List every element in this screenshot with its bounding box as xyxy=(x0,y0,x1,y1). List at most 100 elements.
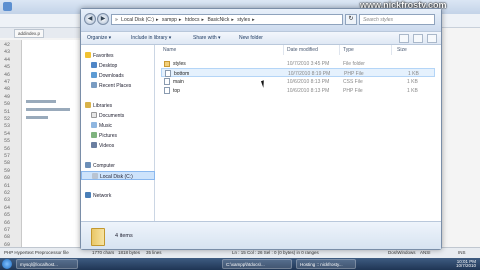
file-row-main[interactable]: main 10/6/2010 8:13 PM CSS File 1 KB xyxy=(161,77,435,86)
back-button[interactable]: ◀ xyxy=(84,13,96,25)
folder-icon xyxy=(91,228,105,246)
nav-recent-places[interactable]: Recent Places xyxy=(81,81,155,90)
status-lines: 35 lines xyxy=(146,250,162,255)
breadcrumb-local-disk[interactable]: Local Disk (C:) xyxy=(121,17,154,23)
dialog-nav-bar: ◀ ▶ » Local Disk (C:) ▸ xampp ▸ htdocs ▸ Ba… xyxy=(81,9,441,31)
nav-label: Recent Places xyxy=(99,83,132,89)
nav-local-disk[interactable]: Local Disk (C:) xyxy=(81,171,155,180)
view-options-icon[interactable] xyxy=(399,34,409,43)
file-row-top[interactable]: top 10/6/2010 8:13 PM PHP File 1 KB xyxy=(161,86,435,95)
line-number: 60 xyxy=(4,175,11,182)
css-file-icon xyxy=(164,78,170,85)
downloads-icon xyxy=(91,72,97,78)
column-size[interactable]: Size xyxy=(397,47,407,53)
file-date: 10/7/2010 3:45 PM xyxy=(287,61,330,67)
drive-icon xyxy=(92,173,98,179)
nav-videos[interactable]: Videos xyxy=(81,141,155,150)
share-with-button[interactable]: Share with ▾ xyxy=(193,35,221,41)
line-number: 42 xyxy=(4,42,11,48)
libraries-icon xyxy=(85,102,91,108)
music-icon xyxy=(91,122,97,128)
taskbar-clock[interactable]: 10:01 PM 10/7/2010 xyxy=(455,259,476,268)
nav-downloads[interactable]: Downloads xyxy=(81,71,155,80)
line-number: 61 xyxy=(4,182,11,189)
clock-date: 10/7/2010 xyxy=(455,263,476,268)
php-file-icon xyxy=(165,70,171,77)
videos-icon xyxy=(91,142,97,148)
column-type[interactable]: Type xyxy=(343,47,354,53)
start-button[interactable] xyxy=(2,259,12,269)
computer-icon xyxy=(85,162,91,168)
app-logo-icon xyxy=(3,2,12,11)
line-number: 64 xyxy=(4,204,11,211)
items-count: 4 items xyxy=(115,233,133,239)
editor-tab[interactable]: addindex.p xyxy=(14,29,45,38)
refresh-icon[interactable]: ↻ xyxy=(345,14,357,25)
organize-button[interactable]: Organize ▾ xyxy=(87,35,111,41)
help-icon[interactable] xyxy=(427,34,437,43)
breadcrumb-htdocs[interactable]: htdocs xyxy=(185,17,200,23)
file-type: PHP File xyxy=(343,88,363,94)
status-bytes: 1818 bytes xyxy=(118,250,141,255)
breadcrumb-basicnick[interactable]: BasicNick xyxy=(207,17,229,23)
code-line xyxy=(26,100,56,103)
breadcrumb-styles[interactable]: styles xyxy=(237,17,250,23)
nav-libraries[interactable]: Libraries xyxy=(81,101,155,110)
taskbar-item[interactable]: Hosting :: nickfrosty... xyxy=(296,259,356,269)
line-number: 58 xyxy=(4,160,11,167)
search-input[interactable]: Search styles xyxy=(359,14,435,25)
line-number: 52 xyxy=(4,116,11,122)
preview-pane-icon[interactable] xyxy=(413,34,423,43)
line-number: 57 xyxy=(4,153,11,159)
line-number: 67 xyxy=(4,227,11,233)
include-in-library-button[interactable]: Include in library ▾ xyxy=(131,35,171,41)
file-name: styles xyxy=(173,61,186,67)
status-position: Ln : 15 Col : 26 Sel : 0 (0 bytes) in 0 … xyxy=(232,250,319,255)
code-line xyxy=(26,108,70,111)
file-open-dialog: ◀ ▶ » Local Disk (C:) ▸ xampp ▸ htdocs ▸ Ba… xyxy=(80,8,442,250)
nav-label: Documents xyxy=(99,113,125,119)
address-bar[interactable]: » Local Disk (C:) ▸ xampp ▸ htdocs ▸ BasicN… xyxy=(111,14,343,25)
line-number: 48 xyxy=(4,86,11,93)
navigation-pane: Favorites Desktop Downloads Recent Place… xyxy=(81,45,155,221)
line-number: 49 xyxy=(4,93,11,100)
code-area[interactable] xyxy=(22,40,82,248)
nav-label: Downloads xyxy=(99,73,124,79)
line-number: 54 xyxy=(4,130,11,137)
folder-icon xyxy=(164,61,170,67)
taskbar-item[interactable]: C:\xampp\htdocs\... xyxy=(222,259,292,269)
nav-network[interactable]: Network xyxy=(81,191,155,200)
line-number: 47 xyxy=(4,79,11,85)
nav-music[interactable]: Music xyxy=(81,121,155,130)
file-row-styles[interactable]: styles 10/7/2010 3:45 PM File folder xyxy=(161,59,435,68)
nav-favorites[interactable]: Favorites xyxy=(81,51,155,60)
line-number: 45 xyxy=(4,64,11,71)
column-date-modified[interactable]: Date modified xyxy=(287,47,318,53)
status-encoding: ANSI xyxy=(420,250,431,255)
nav-desktop[interactable]: Desktop xyxy=(81,61,155,70)
line-number-gutter: 42 43 44 45 46 47 48 49 50 51 52 53 54 55 56 57 58 59 60 61… xyxy=(0,40,22,248)
recent-places-icon xyxy=(91,82,97,88)
line-number: 65 xyxy=(4,212,11,219)
forward-button[interactable]: ▶ xyxy=(97,13,109,25)
file-date: 10/6/2010 8:13 PM xyxy=(287,88,330,94)
taskbar-item[interactable]: mysql@localhost... xyxy=(16,259,78,269)
pictures-icon xyxy=(91,132,97,138)
line-number: 53 xyxy=(4,123,11,130)
editor-tabs: addindex.p xyxy=(0,28,80,38)
nav-computer[interactable]: Computer xyxy=(81,161,155,170)
nav-label: Favorites xyxy=(93,53,114,59)
breadcrumb-xampp[interactable]: xampp xyxy=(162,17,177,23)
nav-documents[interactable]: Documents xyxy=(81,111,155,120)
nav-label: Music xyxy=(99,123,113,129)
nav-pictures[interactable]: Pictures xyxy=(81,131,155,140)
line-number: 62 xyxy=(4,190,11,196)
line-number: 66 xyxy=(4,219,11,226)
new-folder-button[interactable]: New folder xyxy=(239,35,263,41)
php-file-icon xyxy=(164,87,170,94)
line-number: 55 xyxy=(4,138,11,145)
file-size: 1 KB xyxy=(407,88,418,94)
column-name[interactable]: Name xyxy=(163,47,176,53)
file-row-bottom[interactable]: bottom 10/7/2010 8:19 PM PHP File 1 KB xyxy=(161,68,435,77)
line-number: 43 xyxy=(4,49,11,56)
